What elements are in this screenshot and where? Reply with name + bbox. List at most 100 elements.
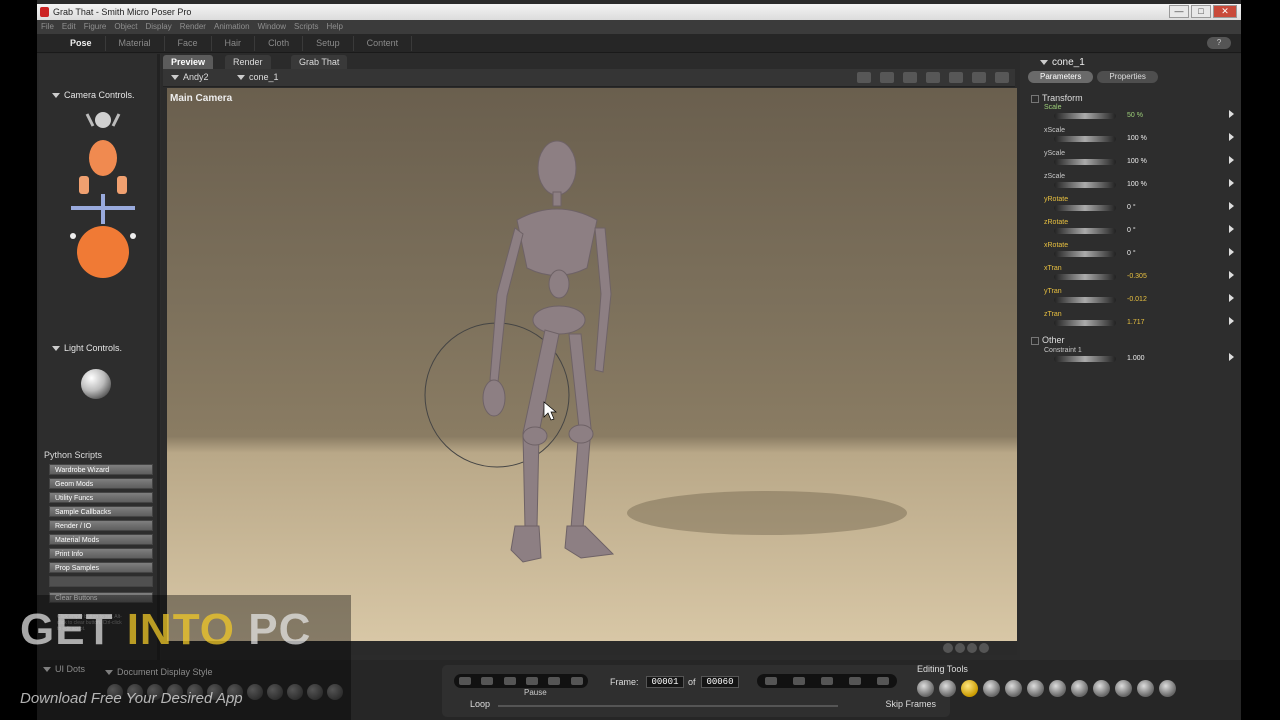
help-button[interactable]: ? bbox=[1207, 37, 1231, 49]
menu-object[interactable]: Object bbox=[114, 20, 137, 34]
remove-key-icon[interactable] bbox=[877, 677, 889, 685]
menu-file[interactable]: File bbox=[41, 20, 54, 34]
script-button-print-info[interactable]: Print Info bbox=[49, 548, 153, 559]
param-zrotate[interactable]: zRotate 0 ° bbox=[1044, 219, 1234, 241]
tab-content[interactable]: Content bbox=[354, 36, 413, 51]
step-forward-icon[interactable] bbox=[548, 677, 561, 685]
param-value[interactable]: 0 ° bbox=[1127, 250, 1136, 257]
param-yrotate[interactable]: yRotate 0 ° bbox=[1044, 196, 1234, 218]
param-ytran[interactable]: yTran -0.012 bbox=[1044, 288, 1234, 310]
param-ztran[interactable]: zTran 1.717 bbox=[1044, 311, 1234, 333]
tab-render[interactable]: Render bbox=[225, 55, 271, 69]
param-value[interactable]: 1.000 bbox=[1127, 355, 1145, 362]
param-scale[interactable]: Scale 50 % bbox=[1044, 104, 1234, 126]
fast-forward-icon[interactable] bbox=[570, 677, 583, 685]
menu-figure[interactable]: Figure bbox=[84, 20, 107, 34]
param-value[interactable]: 100 % bbox=[1127, 181, 1147, 188]
zoom-icon[interactable] bbox=[949, 72, 963, 83]
loop-toggle[interactable]: Loop bbox=[470, 699, 490, 709]
camera-view-icon[interactable] bbox=[857, 72, 871, 83]
grouping-tool-icon[interactable] bbox=[1093, 680, 1110, 697]
param-dial[interactable] bbox=[1054, 113, 1116, 119]
menu-help[interactable]: Help bbox=[326, 20, 342, 34]
script-button-wardrobe-wizard[interactable]: Wardrobe Wizard bbox=[49, 464, 153, 475]
param-menu-arrow-icon[interactable] bbox=[1229, 353, 1234, 361]
maximize-button[interactable]: □ bbox=[1191, 5, 1211, 18]
script-button-sample-callbacks[interactable]: Sample Callbacks bbox=[49, 506, 153, 517]
minimize-button[interactable]: — bbox=[1169, 5, 1189, 18]
tab-properties[interactable]: Properties bbox=[1097, 71, 1158, 83]
param-value[interactable]: 1.717 bbox=[1127, 319, 1145, 326]
menu-animation[interactable]: Animation bbox=[214, 20, 250, 34]
twist-tool-icon[interactable] bbox=[939, 680, 956, 697]
rotate-tool-icon[interactable] bbox=[917, 680, 934, 697]
menu-window[interactable]: Window bbox=[258, 20, 286, 34]
script-button-prop-samples[interactable]: Prop Samples bbox=[49, 562, 153, 573]
total-frames-field[interactable]: 00060 bbox=[701, 676, 739, 688]
actor-selector[interactable]: cone_1 bbox=[237, 72, 279, 82]
add-key-icon[interactable] bbox=[849, 677, 861, 685]
menu-render[interactable]: Render bbox=[180, 20, 206, 34]
param-dial[interactable] bbox=[1054, 136, 1116, 142]
direct-manipulation-icon[interactable] bbox=[1159, 680, 1176, 697]
panel-divider[interactable] bbox=[157, 54, 160, 665]
param-menu-arrow-icon[interactable] bbox=[1229, 110, 1234, 118]
close-button[interactable]: ✕ bbox=[1213, 5, 1237, 18]
param-menu-arrow-icon[interactable] bbox=[1229, 225, 1234, 233]
script-button-material-mods[interactable]: Material Mods bbox=[49, 534, 153, 545]
param-menu-arrow-icon[interactable] bbox=[1229, 202, 1234, 210]
color-tool-icon[interactable] bbox=[1071, 680, 1088, 697]
param-zscale[interactable]: zScale 100 % bbox=[1044, 173, 1234, 195]
menu-scripts[interactable]: Scripts bbox=[294, 20, 318, 34]
script-button-empty[interactable] bbox=[49, 576, 153, 587]
param-dial[interactable] bbox=[1054, 251, 1116, 257]
param-value[interactable]: 100 % bbox=[1127, 158, 1147, 165]
menu-display[interactable]: Display bbox=[146, 20, 172, 34]
param-dial[interactable] bbox=[1054, 182, 1116, 188]
pan-icon[interactable] bbox=[972, 72, 986, 83]
param-dial[interactable] bbox=[1054, 320, 1116, 326]
param-menu-arrow-icon[interactable] bbox=[1229, 179, 1234, 187]
morphing-tool-icon[interactable] bbox=[1137, 680, 1154, 697]
tab-material[interactable]: Material bbox=[106, 36, 165, 51]
selected-actor[interactable]: cone_1 bbox=[1040, 57, 1085, 68]
camera-lock-icon[interactable] bbox=[880, 72, 894, 83]
param-xscale[interactable]: xScale 100 % bbox=[1044, 127, 1234, 149]
group-other[interactable]: Other bbox=[1031, 335, 1065, 345]
param-value[interactable]: 50 % bbox=[1127, 112, 1143, 119]
scale-tool-icon[interactable] bbox=[1005, 680, 1022, 697]
param-menu-arrow-icon[interactable] bbox=[1229, 271, 1234, 279]
param-menu-arrow-icon[interactable] bbox=[1229, 317, 1234, 325]
param-value[interactable]: -0.305 bbox=[1127, 273, 1147, 280]
3d-viewport[interactable]: Main Camera bbox=[167, 88, 1017, 641]
param-xtran[interactable]: xTran -0.305 bbox=[1044, 265, 1234, 287]
preview-dot-icon[interactable] bbox=[967, 643, 977, 653]
preview-dot-icon[interactable] bbox=[943, 643, 953, 653]
param-dial[interactable] bbox=[1054, 159, 1116, 165]
taper-tool-icon[interactable] bbox=[1027, 680, 1044, 697]
param-menu-arrow-icon[interactable] bbox=[1229, 248, 1234, 256]
play-icon[interactable] bbox=[526, 677, 539, 685]
camera-controls-widget[interactable] bbox=[59, 108, 147, 280]
next-key-icon[interactable] bbox=[793, 677, 805, 685]
param-value[interactable]: 100 % bbox=[1127, 135, 1147, 142]
preview-dot-icon[interactable] bbox=[979, 643, 989, 653]
current-frame-field[interactable]: 00001 bbox=[646, 676, 684, 688]
tab-grab-that[interactable]: Grab That bbox=[291, 55, 348, 69]
camera-controls-header[interactable]: Camera Controls. bbox=[52, 90, 135, 100]
timeline-slider[interactable] bbox=[498, 705, 838, 707]
param-menu-arrow-icon[interactable] bbox=[1229, 156, 1234, 164]
tab-cloth[interactable]: Cloth bbox=[255, 36, 304, 51]
translate-tool-icon[interactable] bbox=[961, 680, 978, 697]
prev-key-icon[interactable] bbox=[765, 677, 777, 685]
param-dial[interactable] bbox=[1054, 228, 1116, 234]
menu-edit[interactable]: Edit bbox=[62, 20, 76, 34]
tab-parameters[interactable]: Parameters bbox=[1028, 71, 1094, 83]
edit-keys-icon[interactable] bbox=[821, 677, 833, 685]
tab-hair[interactable]: Hair bbox=[212, 36, 256, 51]
param-dial[interactable] bbox=[1054, 274, 1116, 280]
view-magnifier-icon[interactable] bbox=[1115, 680, 1132, 697]
translate-in-out-tool-icon[interactable] bbox=[983, 680, 1000, 697]
param-dial[interactable] bbox=[1054, 205, 1116, 211]
skip-frames-toggle[interactable]: Skip Frames bbox=[885, 699, 936, 709]
